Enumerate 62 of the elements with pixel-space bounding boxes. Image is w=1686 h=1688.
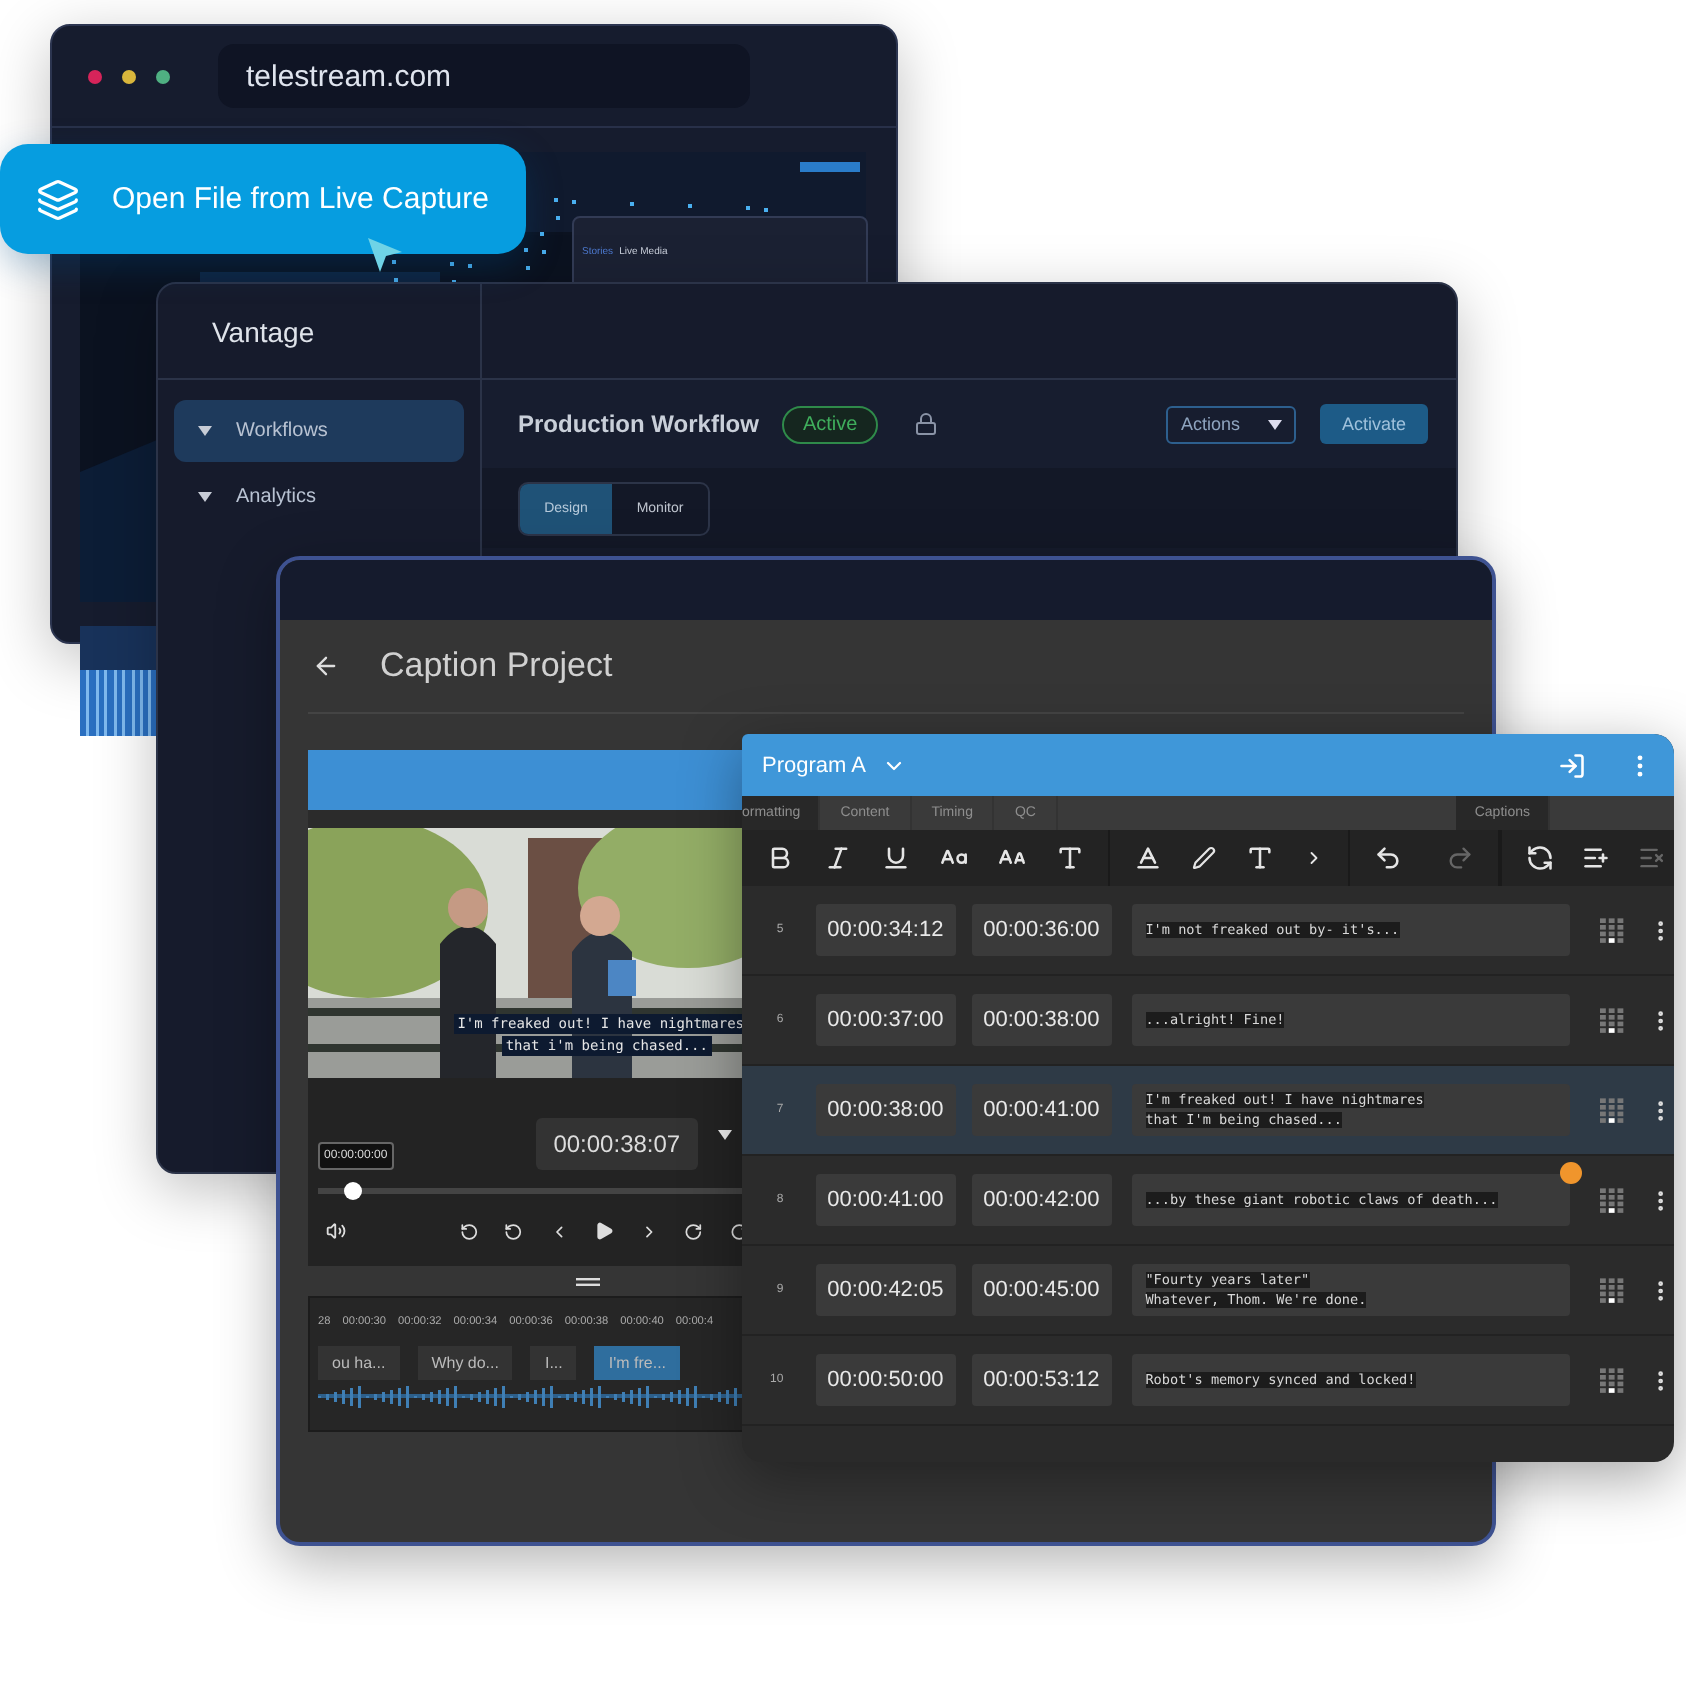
undo-icon[interactable] (1374, 844, 1402, 872)
add-caption-icon[interactable] (1582, 844, 1610, 872)
caption-clip[interactable]: ou ha... (318, 1346, 400, 1380)
back-icon[interactable] (312, 652, 340, 680)
start-time-field[interactable]: 00:00:42:05 (815, 1264, 956, 1316)
end-time-field[interactable]: 00:00:42:00 (971, 1174, 1112, 1226)
activate-button[interactable]: Activate (1319, 404, 1428, 444)
forward-icon[interactable] (684, 1219, 704, 1243)
end-time-field[interactable]: 00:00:41:00 (971, 1084, 1112, 1136)
position-grid-icon[interactable] (1599, 1277, 1625, 1303)
redo-icon[interactable] (1446, 844, 1474, 872)
drag-handle[interactable] (576, 1278, 600, 1286)
app-title: Vantage (158, 284, 480, 380)
clear-list-icon[interactable] (1638, 844, 1666, 872)
sidebar-item[interactable]: Workflows (174, 400, 464, 462)
start-time-field[interactable]: 00:00:41:00 (815, 1174, 956, 1226)
caption-clip[interactable]: I... (530, 1346, 577, 1380)
refresh-icon[interactable] (1526, 844, 1554, 872)
close-dot[interactable] (88, 69, 102, 83)
caret-icon (198, 426, 212, 436)
current-timecode[interactable]: 00:00:38:07 (535, 1118, 699, 1170)
actions-dropdown[interactable]: Actions (1166, 405, 1296, 443)
position-grid-icon[interactable] (1599, 1187, 1625, 1213)
font-color-icon[interactable] (1134, 844, 1162, 872)
scrub-track[interactable] (318, 1188, 748, 1194)
minimize-dot[interactable] (122, 69, 136, 83)
sidebar-item[interactable]: Analytics (174, 466, 464, 528)
caption-clip[interactable]: Why do... (417, 1346, 513, 1380)
pen-icon[interactable] (1192, 846, 1216, 870)
text-icon[interactable] (1056, 844, 1084, 872)
caret-icon (198, 492, 212, 502)
bold-icon[interactable] (766, 844, 794, 872)
position-grid-icon[interactable] (1599, 917, 1625, 943)
position-grid-icon[interactable] (1599, 1007, 1625, 1033)
rewind-icon[interactable] (460, 1219, 479, 1243)
start-time-field[interactable]: 00:00:50:00 (815, 1354, 956, 1406)
italic-icon[interactable] (824, 844, 852, 872)
caret-icon (1267, 419, 1282, 429)
layers-icon (36, 177, 80, 221)
position-grid-icon[interactable] (1599, 1097, 1625, 1123)
end-time-field[interactable]: 00:00:38:00 (971, 994, 1112, 1046)
end-time-field[interactable]: 00:00:45:00 (971, 1264, 1112, 1316)
volume-icon[interactable] (326, 1218, 347, 1244)
caret-icon (718, 1130, 733, 1140)
workflow-title: Production Workflow (518, 410, 759, 438)
outline-text-icon[interactable] (1246, 844, 1274, 872)
play-icon[interactable] (593, 1218, 615, 1244)
project-title: Caption Project (380, 646, 613, 686)
maximize-dot[interactable] (156, 69, 170, 83)
address-bar[interactable]: telestream.com (218, 44, 750, 108)
status-badge: Active (782, 405, 878, 443)
position-grid-icon[interactable] (1599, 1367, 1625, 1393)
start-time-field[interactable]: 00:00:38:00 (815, 1084, 956, 1136)
underline-icon[interactable] (882, 844, 910, 872)
end-time-field[interactable]: 00:00:53:12 (971, 1354, 1112, 1406)
scrub-handle[interactable] (344, 1182, 363, 1200)
lock-icon (913, 412, 938, 436)
start-time-field[interactable]: 00:00:37:00 (815, 994, 956, 1046)
exit-icon[interactable] (1558, 751, 1586, 779)
start-time-field[interactable]: 00:00:34:12 (815, 904, 956, 956)
rewind-icon[interactable] (504, 1219, 524, 1243)
end-time-field[interactable]: 00:00:36:00 (971, 904, 1112, 956)
